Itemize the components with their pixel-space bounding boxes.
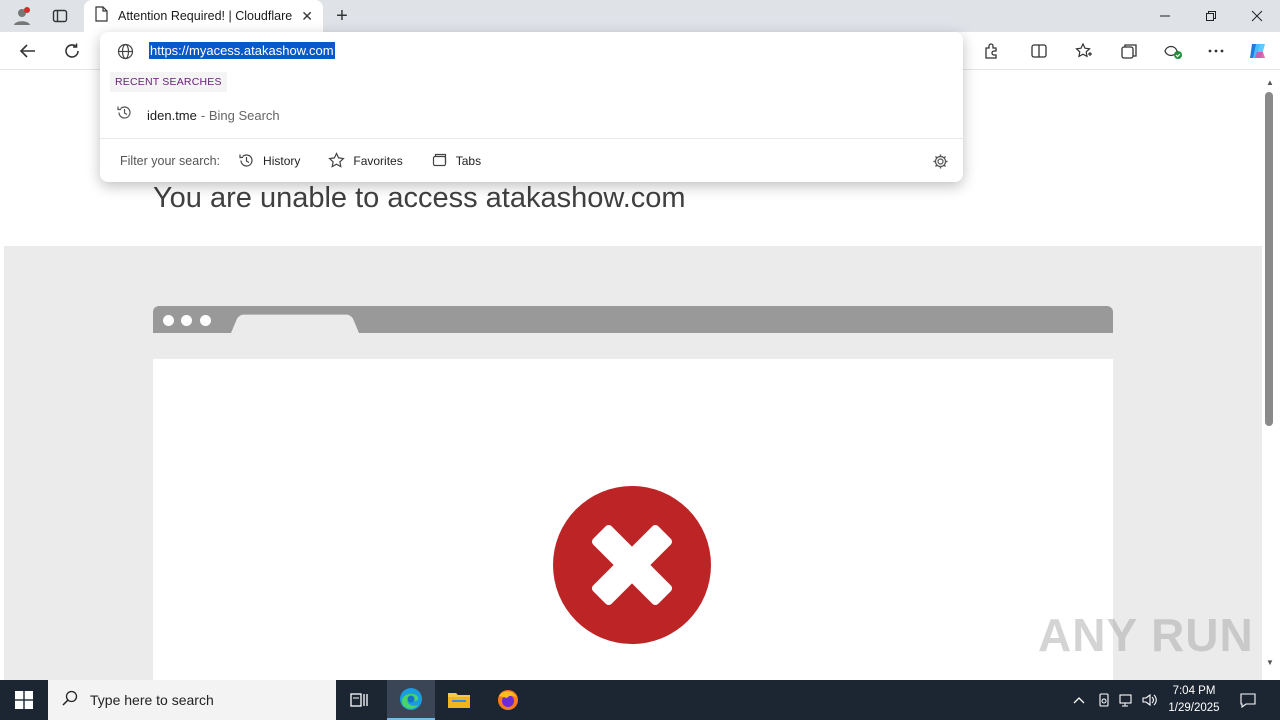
firefox-icon[interactable] (484, 680, 532, 720)
volume-icon[interactable] (1142, 692, 1158, 708)
scroll-up-icon[interactable]: ▲ (1264, 78, 1276, 87)
taskbar-search-placeholder: Type here to search (90, 692, 214, 708)
favorites-star-icon[interactable] (1071, 38, 1097, 64)
more-menu-icon[interactable] (1203, 38, 1229, 64)
tray-chevron-up-icon[interactable] (1071, 692, 1087, 708)
scroll-down-icon[interactable]: ▼ (1264, 658, 1276, 667)
taskbar-clock[interactable]: 7:04 PM 1/29/2025 (1160, 683, 1228, 717)
task-view-button[interactable] (336, 680, 384, 720)
page-icon (94, 5, 108, 27)
filter-history-label: History (263, 153, 301, 168)
profile-icon[interactable] (10, 4, 34, 28)
file-explorer-icon[interactable] (435, 680, 483, 720)
vertical-scrollbar[interactable]: ▲ ▼ (1262, 70, 1280, 680)
tabs-icon (431, 152, 448, 169)
globe-icon (117, 43, 134, 65)
back-button[interactable] (15, 38, 41, 64)
clock-date: 1/29/2025 (1168, 702, 1220, 714)
url-input[interactable]: https://myacess.atakashow.com (149, 42, 335, 59)
error-x-icon (553, 486, 711, 644)
network-icon[interactable] (1119, 692, 1135, 708)
browser-titlebar: Attention Required! | Cloudflare ✕ + (0, 0, 1280, 32)
start-button[interactable] (0, 680, 48, 720)
filter-favorites-label: Favorites (353, 153, 403, 168)
extensions-icon[interactable] (978, 38, 1004, 64)
browser-illustration-bar (153, 306, 1113, 334)
tab-title: Attention Required! | Cloudflare (118, 9, 293, 23)
collections-icon[interactable] (1116, 38, 1142, 64)
history-clock-icon (116, 104, 133, 126)
taskbar: Type here to search 7:04 PM 1/29/2025 (0, 680, 1280, 720)
edge-taskbar-icon[interactable] (387, 680, 435, 720)
history-icon (238, 152, 255, 169)
close-window-button[interactable] (1234, 0, 1280, 32)
restore-button[interactable] (1188, 0, 1234, 32)
close-tab-icon[interactable]: ✕ (301, 8, 313, 25)
recent-search-source: - Bing Search (200, 107, 280, 123)
browser-illustration-body (153, 359, 1113, 680)
refresh-button[interactable] (59, 38, 85, 64)
watermark: ANY RUN (1038, 609, 1254, 661)
copilot-icon[interactable] (1245, 38, 1271, 64)
tray-device-icon[interactable] (1096, 692, 1112, 708)
tab-actions-icon[interactable] (48, 4, 72, 28)
search-icon (62, 690, 78, 711)
gear-icon[interactable] (932, 153, 949, 175)
filter-tabs-label: Tabs (455, 153, 482, 168)
recent-search-item[interactable]: iden.tme - Bing Search (100, 100, 963, 130)
star-icon (328, 152, 346, 169)
filter-history-button[interactable]: History (238, 152, 300, 169)
notifications-icon[interactable] (1240, 692, 1256, 708)
filter-favorites-button[interactable]: Favorites (328, 152, 403, 169)
filter-row: Filter your search: History Favorites Ta… (100, 138, 963, 182)
clock-time: 7:04 PM (1172, 685, 1216, 697)
address-bar-dropdown: https://myacess.atakashow.com RECENT SEA… (100, 32, 963, 182)
page-headline: You are unable to access atakashow.com (153, 182, 686, 214)
split-screen-icon[interactable] (1026, 38, 1052, 64)
scroll-thumb[interactable] (1265, 92, 1273, 426)
recent-searches-label: RECENT SEARCHES (110, 72, 227, 92)
address-bar[interactable]: https://myacess.atakashow.com (100, 32, 963, 70)
new-tab-button[interactable]: + (330, 4, 354, 28)
filter-tabs-button[interactable]: Tabs (431, 152, 481, 169)
recent-search-text: iden.tme (147, 107, 197, 123)
browser-essentials-icon[interactable] (1160, 38, 1186, 64)
taskbar-search-box[interactable]: Type here to search (48, 680, 336, 720)
tab-active[interactable]: Attention Required! | Cloudflare ✕ (84, 0, 323, 32)
filter-label: Filter your search: (120, 153, 221, 168)
minimize-button[interactable] (1142, 0, 1188, 32)
